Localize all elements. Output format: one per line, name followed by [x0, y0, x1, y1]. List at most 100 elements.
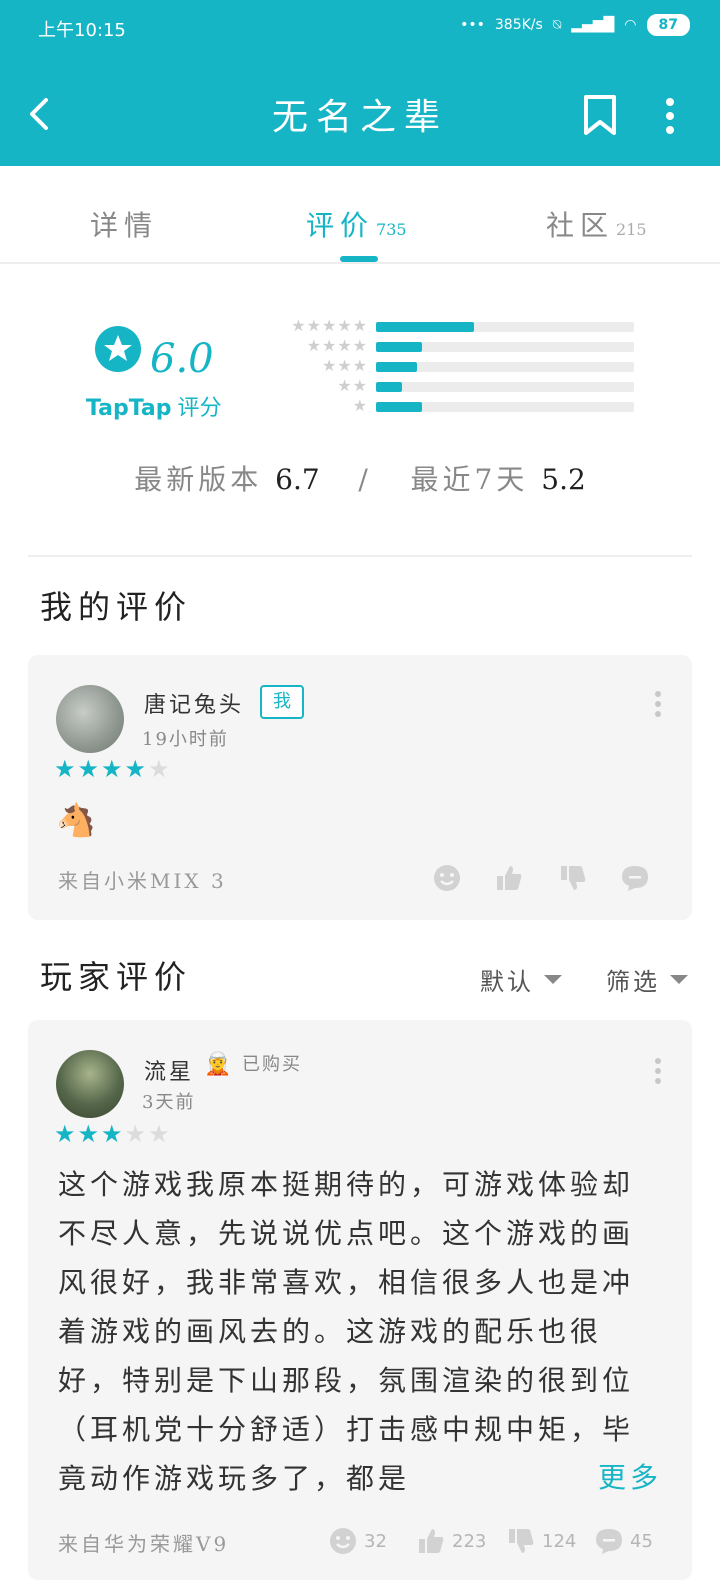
dislike-button[interactable] [558, 863, 588, 893]
more-options-button[interactable] [662, 96, 678, 136]
rating-bar-fill [376, 362, 418, 372]
rating-bar-track [376, 322, 634, 332]
fun-count: 32 [364, 1530, 387, 1552]
tab-count: 215 [616, 220, 647, 239]
caret-down-icon [544, 975, 562, 984]
thumbs-down-icon [561, 866, 586, 890]
divider: / [358, 463, 372, 496]
rating-bar-3: ★★★ [280, 356, 640, 375]
star-label: ★★★★ [306, 336, 368, 355]
avatar[interactable] [56, 685, 124, 753]
review-more-button[interactable] [654, 691, 662, 717]
rating-bar-5: ★★★★★ [280, 316, 640, 335]
player-reviews-heading: 玩家评价 [40, 958, 193, 996]
review-time: 3天前 [142, 1092, 196, 1113]
more-vertical-icon [655, 1058, 661, 1084]
comment-icon [622, 866, 648, 891]
alarm-off-icon: ⍉ [552, 17, 562, 33]
bookmark-icon [584, 95, 616, 135]
dislike-button[interactable]: 124 [506, 1526, 576, 1556]
comment-button[interactable] [620, 863, 650, 893]
device-info: 来自华为荣耀V9 [58, 1532, 230, 1556]
rating-bar-track [376, 402, 634, 412]
stars-empty: ★★ [124, 1120, 172, 1148]
dislike-count: 124 [542, 1530, 577, 1552]
username[interactable]: 唐记兔头 [144, 687, 244, 719]
sort-label: 默认 [480, 968, 534, 996]
rating-bar-fill [376, 382, 402, 392]
star-label: ★★★ [321, 356, 368, 375]
comment-button[interactable]: 45 [594, 1526, 653, 1556]
me-badge: 我 [260, 685, 304, 719]
active-tab-indicator [340, 256, 378, 262]
signal-dots-icon: ••• [460, 17, 485, 33]
tab-label: 评价 [306, 209, 375, 242]
star-label: ★ [352, 396, 368, 415]
thumbs-down-icon [509, 1529, 534, 1553]
like-button[interactable] [494, 863, 524, 893]
tab-community[interactable]: 社区 215 [546, 204, 647, 244]
smile-icon [330, 1528, 356, 1554]
like-count: 223 [452, 1530, 487, 1552]
filter-dropdown[interactable]: 筛选 [606, 962, 688, 997]
smile-icon [434, 865, 460, 891]
bookmark-button[interactable] [582, 94, 618, 136]
star-badge-icon [95, 326, 141, 372]
review-stars: ★★★★★ [54, 755, 172, 783]
status-bar-right: ••• 385K/s ⍉ ▂▄▆█ ◠ 87 [460, 14, 690, 36]
my-review-card[interactable]: 唐记兔头 我 19小时前 ★★★★★ 🐴 来自小米MIX 3 [28, 655, 692, 920]
tab-bar: 详情 评价 735 社区 215 [0, 166, 720, 264]
expand-more-link[interactable]: 更多 [567, 1456, 662, 1496]
rating-bar-2: ★★ [280, 376, 640, 395]
review-time: 19小时前 [142, 729, 229, 750]
version-ratings: 最新版本 6.7 / 最近7天 5.2 [0, 458, 720, 498]
tab-label: 详情 [90, 209, 159, 242]
like-button[interactable]: 223 [416, 1526, 486, 1556]
net-speed: 385K/s [494, 17, 543, 33]
rating-bar-fill [376, 322, 475, 332]
avatar[interactable] [56, 1050, 124, 1118]
tab-count: 735 [376, 220, 407, 239]
cell-signal-icon: ▂▄▆█ [571, 17, 615, 33]
recent-score: 5.2 [541, 463, 586, 496]
review-stars: ★★★★★ [54, 1120, 172, 1148]
rating-bar-fill [376, 402, 423, 412]
review-content: 这个游戏我原本挺期待的，可游戏体验却不尽人意，先说说优点吧。这个游戏的画风很好，… [58, 1168, 635, 1495]
rating-source-suffix: 评分 [177, 396, 222, 421]
tab-reviews[interactable]: 评价 735 [306, 204, 407, 244]
user-badge-icon: 🧝 [204, 1052, 232, 1077]
star-label: ★★ [337, 376, 368, 395]
purchased-badge: 已购买 [242, 1054, 302, 1075]
review-card[interactable]: 流星 🧝 已购买 3天前 ★★★★★ 这个游戏我原本挺期待的，可游戏体验却不尽人… [28, 1020, 692, 1580]
caret-down-icon [670, 975, 688, 984]
tab-label: 社区 [546, 209, 615, 242]
review-content: 🐴 [56, 801, 96, 839]
latest-version-score: 6.7 [275, 463, 320, 496]
stars-filled: ★★★★ [54, 755, 149, 783]
recent-label: 最近7天 [410, 463, 529, 496]
comment-icon [596, 1529, 622, 1554]
star-label: ★★★★★ [291, 316, 368, 335]
latest-version-label: 最新版本 [134, 463, 263, 496]
sort-dropdown[interactable]: 默认 [480, 962, 562, 997]
fun-button[interactable] [432, 863, 462, 893]
rating-bar-track [376, 362, 634, 372]
wifi-icon: ◠ [624, 17, 637, 33]
status-time: 上午10:15 [38, 20, 126, 41]
device-info: 来自小米MIX 3 [58, 869, 227, 893]
thumbs-up-icon [419, 1529, 444, 1553]
tab-details[interactable]: 详情 [90, 204, 158, 244]
review-more-button[interactable] [654, 1058, 662, 1084]
rating-bar-4: ★★★★ [280, 336, 640, 355]
divider [28, 555, 692, 557]
stars-filled: ★★★ [54, 1120, 125, 1148]
rating-bar-track [376, 342, 634, 352]
filter-label: 筛选 [606, 968, 660, 996]
username[interactable]: 流星 [144, 1054, 194, 1086]
fun-button[interactable]: 32 [328, 1526, 387, 1556]
battery-icon: 87 [646, 14, 690, 36]
thumbs-up-icon [497, 866, 522, 890]
rating-source: TapTap 评分 [86, 390, 222, 422]
stars-empty: ★ [148, 755, 172, 783]
rating-bar-fill [376, 342, 423, 352]
